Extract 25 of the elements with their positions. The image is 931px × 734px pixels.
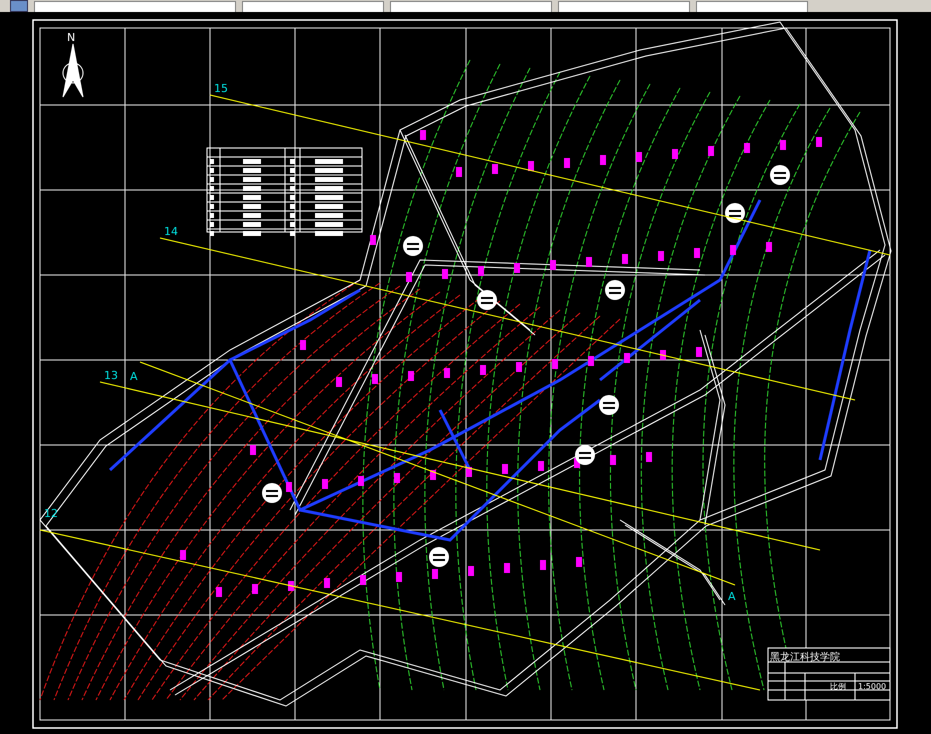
scale-label: 比例 [830,682,846,691]
profile-label: A [728,590,736,603]
north-arrow-icon [62,44,84,98]
borehole-icon [262,483,282,503]
borehole-icon [605,280,625,300]
section-label: 15 [214,82,228,95]
section-label: 13 [104,369,118,382]
institution-name: 黑龙江科技学院 [770,652,840,663]
layer-dropdown[interactable] [34,1,236,12]
plotstyle-dropdown[interactable] [696,1,808,12]
borehole-icon [429,547,449,567]
borehole-icon [477,290,497,310]
color-dropdown[interactable] [242,1,384,12]
layers-icon[interactable] [10,0,28,12]
borehole-icon [770,165,790,185]
borehole-icon [599,395,619,415]
profile-label: A [130,370,138,383]
section-label: 14 [164,225,178,238]
lineweight-dropdown[interactable] [558,1,690,12]
scale-value: 1:5000 [858,682,886,691]
linetype-dropdown[interactable] [390,1,552,12]
borehole-icon [725,203,745,223]
north-label: N [67,31,76,44]
borehole-icon [403,236,423,256]
borehole-icon [575,445,595,465]
